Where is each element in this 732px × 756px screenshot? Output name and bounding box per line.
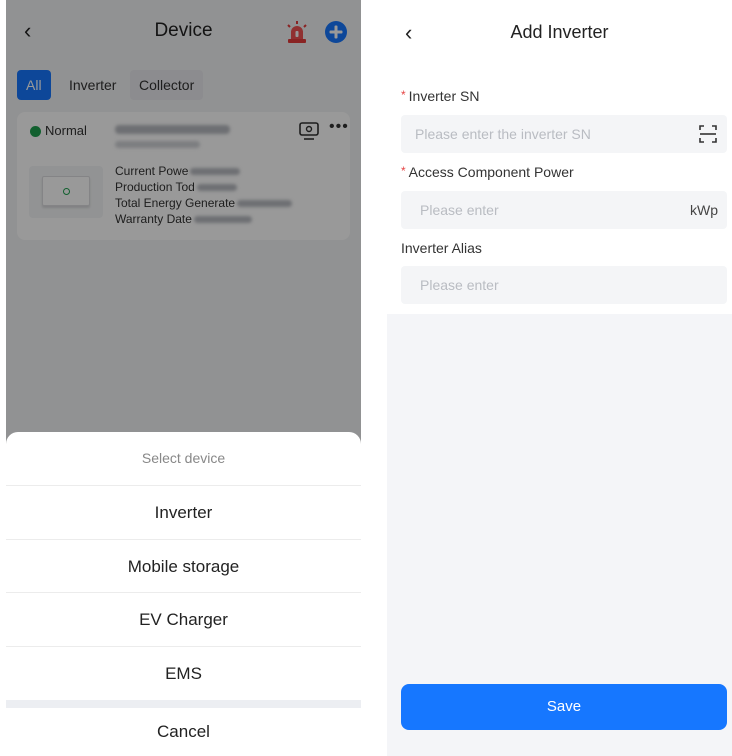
add-inverter-screen: ‹ Add Inverter * Inverter SN Please enter… [387, 0, 732, 756]
option-ems[interactable]: EMS [6, 646, 361, 699]
device-list-screen: ‹ Device All Inverter Collector Normal •… [6, 0, 361, 756]
component-power-placeholder: Please enter [420, 202, 499, 218]
add-inverter-form: * Inverter SN Please enter the inverter S… [387, 62, 732, 314]
select-device-sheet: Select device Inverter Mobile storage EV… [6, 432, 361, 756]
inverter-alias-placeholder: Please enter [420, 277, 499, 293]
inverter-sn-placeholder: Please enter the inverter SN [415, 126, 591, 142]
required-marker: * [401, 88, 406, 102]
scan-icon[interactable] [699, 125, 717, 143]
component-power-input[interactable]: Please enter kWp [401, 191, 727, 229]
unit-label: kWp [690, 202, 718, 218]
sheet-title: Select device [141, 450, 226, 466]
option-inverter[interactable]: Inverter [6, 485, 361, 538]
sheet-divider [6, 700, 361, 708]
inverter-alias-input[interactable]: Please enter [401, 266, 727, 304]
save-button[interactable]: Save [401, 684, 727, 730]
option-ev-charger[interactable]: EV Charger [6, 592, 361, 645]
component-power-label: * Access Component Power [401, 164, 574, 180]
cancel-button[interactable]: Cancel [6, 708, 361, 756]
inverter-sn-input[interactable]: Please enter the inverter SN [401, 115, 727, 153]
inverter-sn-label: * Inverter SN [401, 88, 480, 104]
inverter-alias-label: Inverter Alias [401, 240, 482, 256]
option-mobile-storage[interactable]: Mobile storage [6, 539, 361, 592]
page-title: Add Inverter [510, 22, 609, 42]
required-marker: * [401, 164, 406, 178]
add-inverter-header: ‹ Add Inverter [387, 0, 732, 62]
